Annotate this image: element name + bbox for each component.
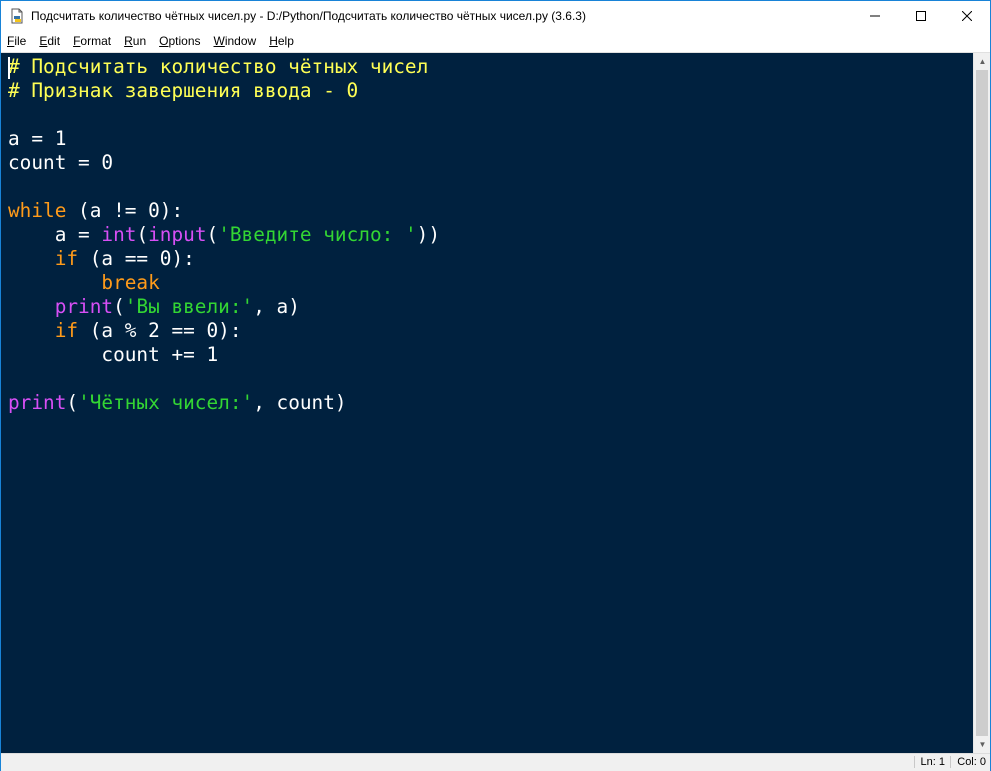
window-controls (852, 1, 990, 31)
status-bar: Ln: 1 Col: 0 (1, 753, 990, 771)
code-line: # Признак завершения ввода - 0 (8, 79, 359, 102)
vertical-scrollbar[interactable]: ▲ ▼ (973, 53, 990, 753)
status-column-number: Col: 0 (950, 756, 986, 768)
code-editor[interactable]: # Подсчитать количество чётных чисел # Пр… (1, 53, 973, 753)
menu-file[interactable]: File (1, 31, 32, 52)
minimize-button[interactable] (852, 1, 898, 31)
close-button[interactable] (944, 1, 990, 31)
menu-options[interactable]: Options (153, 31, 206, 52)
scroll-down-icon[interactable]: ▼ (974, 736, 991, 753)
maximize-icon (916, 11, 926, 21)
menu-format[interactable]: Format (67, 31, 117, 52)
title-bar[interactable]: Подсчитать количество чётных чисел.py - … (1, 1, 990, 31)
scrollbar-thumb[interactable] (976, 70, 988, 736)
close-icon (962, 11, 972, 21)
code-line: if (a == 0): (54, 247, 195, 270)
code-line: break (101, 271, 160, 294)
python-idle-icon (9, 8, 25, 24)
code-line: # Подсчитать количество чётных чисел (8, 55, 429, 78)
window-title: Подсчитать количество чётных чисел.py - … (31, 9, 586, 23)
code-line: print('Вы ввели:', a) (54, 295, 300, 318)
code-line: a = 1 (8, 127, 67, 150)
maximize-button[interactable] (898, 1, 944, 31)
code-line: a = int(input('Введите число: ')) (8, 223, 441, 246)
menu-help[interactable]: Help (263, 31, 300, 52)
minimize-icon (870, 15, 880, 17)
status-line-number: Ln: 1 (913, 756, 945, 768)
menu-run[interactable]: Run (118, 31, 152, 52)
menu-window[interactable]: Window (208, 31, 263, 52)
code-line: print('Чётных чисел:', count) (8, 391, 347, 414)
text-cursor (8, 57, 10, 79)
scroll-up-icon[interactable]: ▲ (974, 53, 991, 70)
code-line: count += 1 (8, 343, 219, 366)
code-line: while (a != 0): (8, 199, 184, 222)
idle-editor-window: Подсчитать количество чётных чисел.py - … (0, 0, 991, 771)
code-line: if (a % 2 == 0): (54, 319, 242, 342)
code-text[interactable]: # Подсчитать количество чётных чисел # Пр… (8, 55, 440, 415)
menu-edit[interactable]: Edit (33, 31, 66, 52)
code-line: count = 0 (8, 151, 114, 174)
menu-bar: File Edit Format Run Options Window Help (1, 31, 990, 53)
